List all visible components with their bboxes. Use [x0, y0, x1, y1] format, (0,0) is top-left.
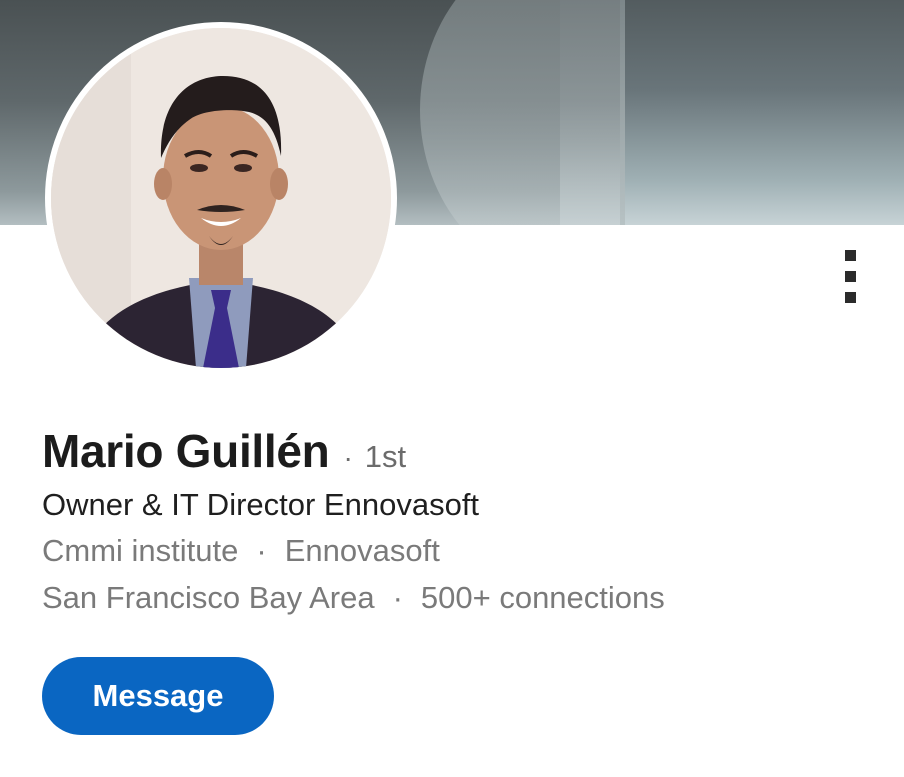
profile-location-connections: San Francisco Bay Area · 500+ connections [42, 580, 665, 616]
message-button[interactable]: Message [42, 657, 274, 735]
profile-name-row: Mario Guillén · 1st [42, 424, 406, 478]
profile-card: Mario Guillén · 1st Owner & IT Director … [0, 0, 904, 777]
profile-location: San Francisco Bay Area [42, 580, 375, 615]
connection-degree: 1st [364, 439, 407, 474]
profile-headline: Owner & IT Director Ennovasoft [42, 487, 480, 522]
separator-dot: · [392, 580, 403, 615]
profile-photo-image [51, 28, 391, 368]
profile-name: Mario Guillén [42, 425, 330, 477]
profile-photo[interactable] [45, 22, 397, 374]
connections-link[interactable]: 500+ connections [421, 580, 665, 615]
connection-dot: · [343, 442, 353, 473]
education-link[interactable]: Cmmi institute [42, 533, 238, 568]
more-vertical-icon[interactable] [836, 244, 866, 314]
profile-education-company: Cmmi institute · Ennovasoft [42, 533, 440, 569]
separator-dot: · [256, 533, 267, 568]
company-link[interactable]: Ennovasoft [285, 533, 440, 568]
